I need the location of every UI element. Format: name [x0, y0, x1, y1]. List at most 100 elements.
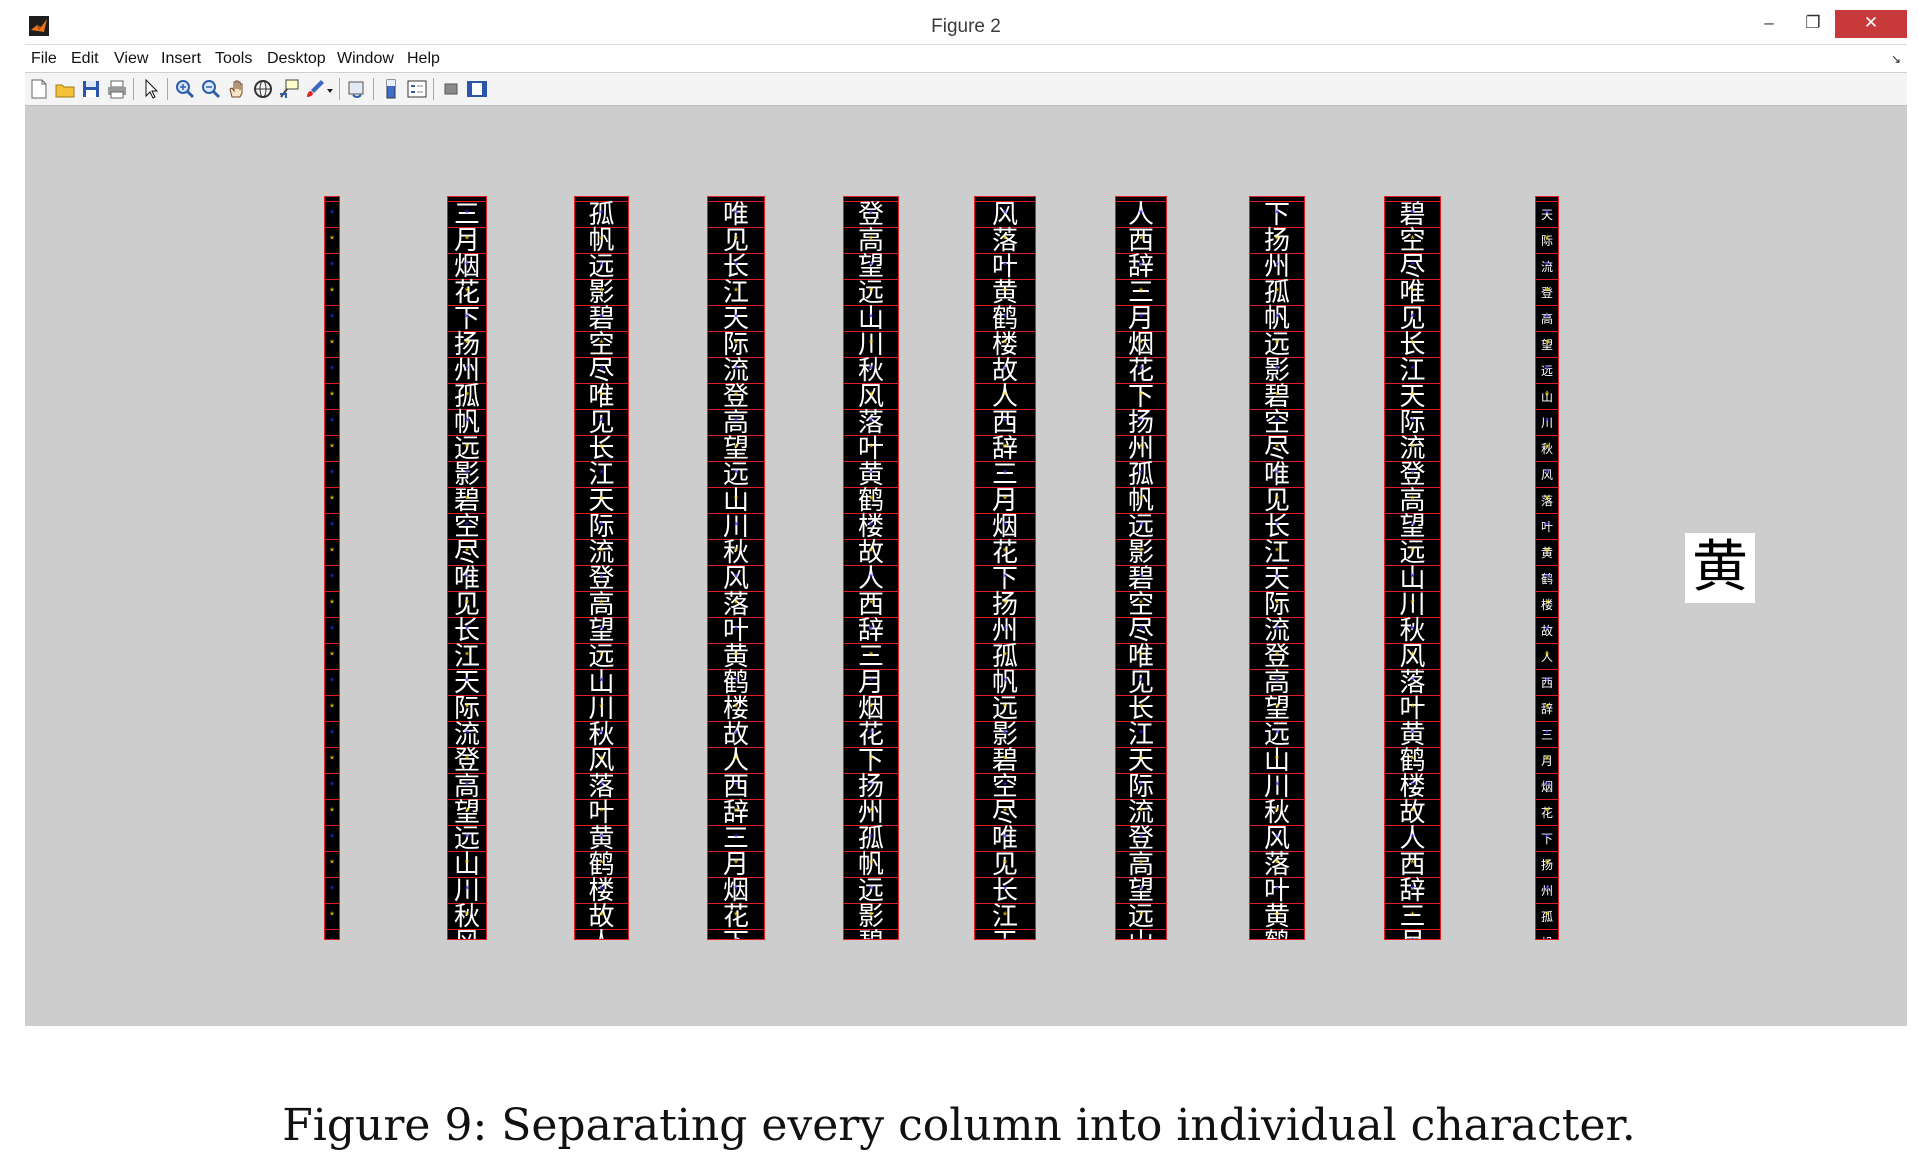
segment-boundary-line: [1536, 487, 1558, 488]
boundary-marker: *: [1410, 650, 1415, 662]
boundary-marker: *: [1410, 806, 1415, 818]
zoom-in-icon[interactable]: [173, 77, 197, 101]
toolbar-separator: [433, 78, 434, 100]
figure-window: Figure 2 – ❐ ✕ File Edit View Insert Too…: [25, 10, 1907, 1026]
boundary-marker: *: [733, 910, 739, 922]
boundary-marker: *: [868, 338, 874, 350]
centroid-marker: *: [1137, 937, 1145, 940]
boundary-marker: *: [464, 806, 470, 818]
boundary-marker: *: [1410, 286, 1415, 298]
segment-boundary-line: [325, 669, 339, 670]
link-plot-icon[interactable]: [345, 77, 369, 101]
hide-plot-tools-icon[interactable]: [439, 77, 463, 101]
boundary-marker: *: [1544, 442, 1550, 454]
boundary-marker: *: [464, 442, 470, 454]
restore-button[interactable]: ❐: [1791, 10, 1835, 38]
centroid-marker: *: [868, 832, 874, 844]
segment-boundary-line: [325, 695, 339, 696]
segment-boundary-line: [325, 253, 339, 254]
menu-file[interactable]: File: [31, 50, 57, 68]
centroid-marker: *: [1410, 728, 1415, 740]
menu-help[interactable]: Help: [407, 50, 440, 68]
centroid-marker: *: [1138, 208, 1144, 220]
segment-boundary-line: [1536, 617, 1558, 618]
boundary-marker: *: [1138, 806, 1144, 818]
brush-dropdown-icon[interactable]: [325, 77, 335, 101]
data-cursor-icon[interactable]: [277, 77, 301, 101]
menubar-overflow-icon[interactable]: ↘: [1891, 52, 1901, 66]
boundary-marker: *: [1274, 650, 1280, 662]
centroid-marker: *: [1410, 780, 1415, 792]
pan-hand-icon[interactable]: [225, 77, 249, 101]
centroid-marker: *: [464, 728, 470, 740]
menu-desktop[interactable]: Desktop: [267, 50, 326, 68]
print-icon[interactable]: [105, 77, 129, 101]
menu-tools[interactable]: Tools: [215, 50, 252, 68]
centroid-marker: *: [868, 260, 874, 272]
title-bar: Figure 2 – ❐ ✕: [25, 10, 1907, 45]
boundary-marker: *: [733, 806, 739, 818]
centroid-marker: *: [1002, 312, 1008, 324]
show-plot-tools-icon[interactable]: [465, 77, 489, 101]
boundary-marker: *: [733, 546, 739, 558]
text-column-10: 天 * 际 * 流 * 登 * 高 * 望 * 远 * 山 * 川 * 秋 * 风 * 落 * 叶 * 黄 * 鹤 * 楼 * 故 * 人 * 西 * 辞 *…: [1535, 196, 1559, 940]
segment-boundary-line: [1536, 227, 1558, 228]
segment-boundary-line: [1536, 721, 1558, 722]
minimize-button[interactable]: –: [1747, 10, 1791, 38]
figure-axes-canvas[interactable]: * * * * * * * * * * * * * * * * * * * * * * * * * * * * * 三*月*烟*花*下*…: [25, 106, 1907, 1026]
new-figure-icon[interactable]: [27, 77, 51, 101]
centroid-marker: *: [1002, 780, 1008, 792]
centroid-marker: *: [1274, 260, 1280, 272]
centroid-marker: *: [733, 520, 739, 532]
insert-colorbar-icon[interactable]: [379, 77, 403, 101]
edit-plot-arrow-icon[interactable]: [139, 77, 163, 101]
centroid-marker: *: [1410, 208, 1415, 220]
rotate-3d-icon[interactable]: [251, 77, 275, 101]
close-button[interactable]: ✕: [1835, 10, 1907, 38]
boundary-marker: *: [1274, 338, 1280, 350]
menu-view[interactable]: View: [114, 50, 148, 68]
boundary-marker: *: [329, 598, 335, 610]
boundary-marker: *: [1274, 546, 1280, 558]
boundary-marker: *: [733, 858, 739, 870]
insert-legend-icon[interactable]: [405, 77, 429, 101]
boundary-marker: *: [464, 598, 470, 610]
centroid-marker: *: [733, 728, 739, 740]
save-icon[interactable]: [79, 77, 103, 101]
boundary-marker: *: [1274, 286, 1280, 298]
segment-boundary-line: [1536, 513, 1558, 514]
open-file-icon[interactable]: [53, 77, 77, 101]
menu-insert[interactable]: Insert: [161, 50, 201, 68]
segment-boundary-line: [1536, 331, 1558, 332]
boundary-marker: *: [464, 858, 470, 870]
boundary-marker: *: [1138, 650, 1144, 662]
zoom-out-icon[interactable]: [199, 77, 223, 101]
boundary-marker: *: [329, 858, 335, 870]
toolbar-separator: [373, 78, 374, 100]
centroid-marker: *: [868, 572, 874, 584]
boundary-marker: *: [1002, 910, 1008, 922]
boundary-marker: *: [599, 442, 604, 454]
menu-window[interactable]: Window: [337, 50, 394, 68]
toolbar-separator: [133, 78, 134, 100]
boundary-marker: *: [868, 390, 874, 402]
centroid-marker: *: [733, 624, 739, 636]
centroid-marker: *: [868, 208, 874, 220]
boundary-marker: *: [1274, 754, 1280, 766]
boundary-marker: *: [464, 910, 470, 922]
boundary-marker: *: [868, 442, 874, 454]
segment-boundary-line: [325, 903, 339, 904]
boundary-marker: *: [599, 494, 604, 506]
brush-icon[interactable]: [303, 77, 327, 101]
centroid-marker: *: [1274, 832, 1280, 844]
centroid-marker: *: [1544, 208, 1550, 220]
centroid-marker: *: [464, 676, 470, 688]
centroid-marker: *: [464, 884, 470, 896]
centroid-marker: *: [1001, 937, 1009, 940]
boundary-marker: *: [329, 754, 335, 766]
segment-boundary-line: [325, 747, 339, 748]
figure-toolbar: [25, 73, 1907, 106]
menu-edit[interactable]: Edit: [71, 50, 99, 68]
centroid-marker: *: [329, 520, 335, 532]
centroid-marker: *: [1410, 260, 1415, 272]
